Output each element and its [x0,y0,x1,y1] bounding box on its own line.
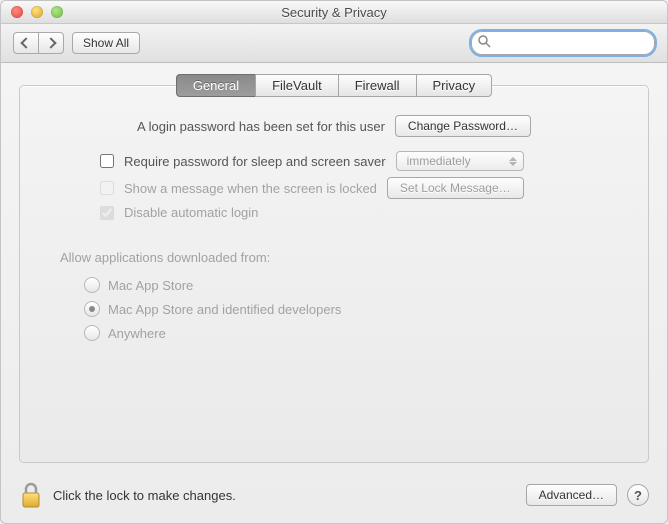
radio-selected-icon [84,301,100,317]
gatekeeper-option-label: Mac App Store and identified developers [108,302,341,317]
require-password-delay-select[interactable]: immediately [396,151,524,171]
search-field [471,31,655,55]
minimize-icon[interactable] [31,6,43,18]
gatekeeper-heading: Allow applications downloaded from: [60,250,608,265]
login-password-status: A login password has been set for this u… [137,119,385,134]
show-message-label: Show a message when the screen is locked [124,181,377,196]
radio-icon [84,277,100,293]
show-message-checkbox [100,181,114,195]
window-controls [1,6,63,18]
require-password-label: Require password for sleep and screen sa… [124,154,386,169]
lock-message: Click the lock to make changes. [53,488,236,503]
preferences-window: Security & Privacy Show All General File… [0,0,668,524]
require-password-checkbox[interactable] [100,154,114,168]
lock-icon[interactable] [19,481,43,509]
tab-general[interactable]: General [176,74,256,97]
zoom-icon[interactable] [51,6,63,18]
gatekeeper-option-label: Anywhere [108,326,166,341]
gatekeeper-option-anywhere: Anywhere [60,321,608,345]
toolbar: Show All [1,24,667,63]
disable-auto-login-label: Disable automatic login [124,205,258,220]
chevron-left-icon [20,37,31,48]
footer: Click the lock to make changes. Advanced… [1,469,667,523]
radio-icon [84,325,100,341]
gatekeeper-option-label: Mac App Store [108,278,193,293]
window-title: Security & Privacy [1,5,667,20]
tab-filevault[interactable]: FileVault [255,74,339,97]
gatekeeper-option-mas: Mac App Store [60,273,608,297]
advanced-button[interactable]: Advanced… [526,484,617,506]
close-icon[interactable] [11,6,23,18]
tab-privacy[interactable]: Privacy [416,74,493,97]
forward-button[interactable] [38,32,64,54]
chevron-right-icon [45,37,56,48]
require-password-delay-value: immediately [407,154,471,168]
tab-firewall[interactable]: Firewall [338,74,417,97]
nav-buttons [13,32,64,54]
titlebar: Security & Privacy [1,1,667,24]
change-password-button[interactable]: Change Password… [395,115,531,137]
back-button[interactable] [13,32,39,54]
set-lock-message-button: Set Lock Message… [387,177,524,199]
show-all-button[interactable]: Show All [72,32,140,54]
stepper-icon [509,157,517,166]
tab-bar: General FileVault Firewall Privacy [20,74,648,97]
help-button[interactable]: ? [627,484,649,506]
gatekeeper-option-mas-identified: Mac App Store and identified developers [60,297,608,321]
disable-auto-login-checkbox [100,206,114,220]
search-icon [478,35,491,51]
settings-panel: General FileVault Firewall Privacy A log… [19,85,649,463]
search-input[interactable] [471,31,655,55]
